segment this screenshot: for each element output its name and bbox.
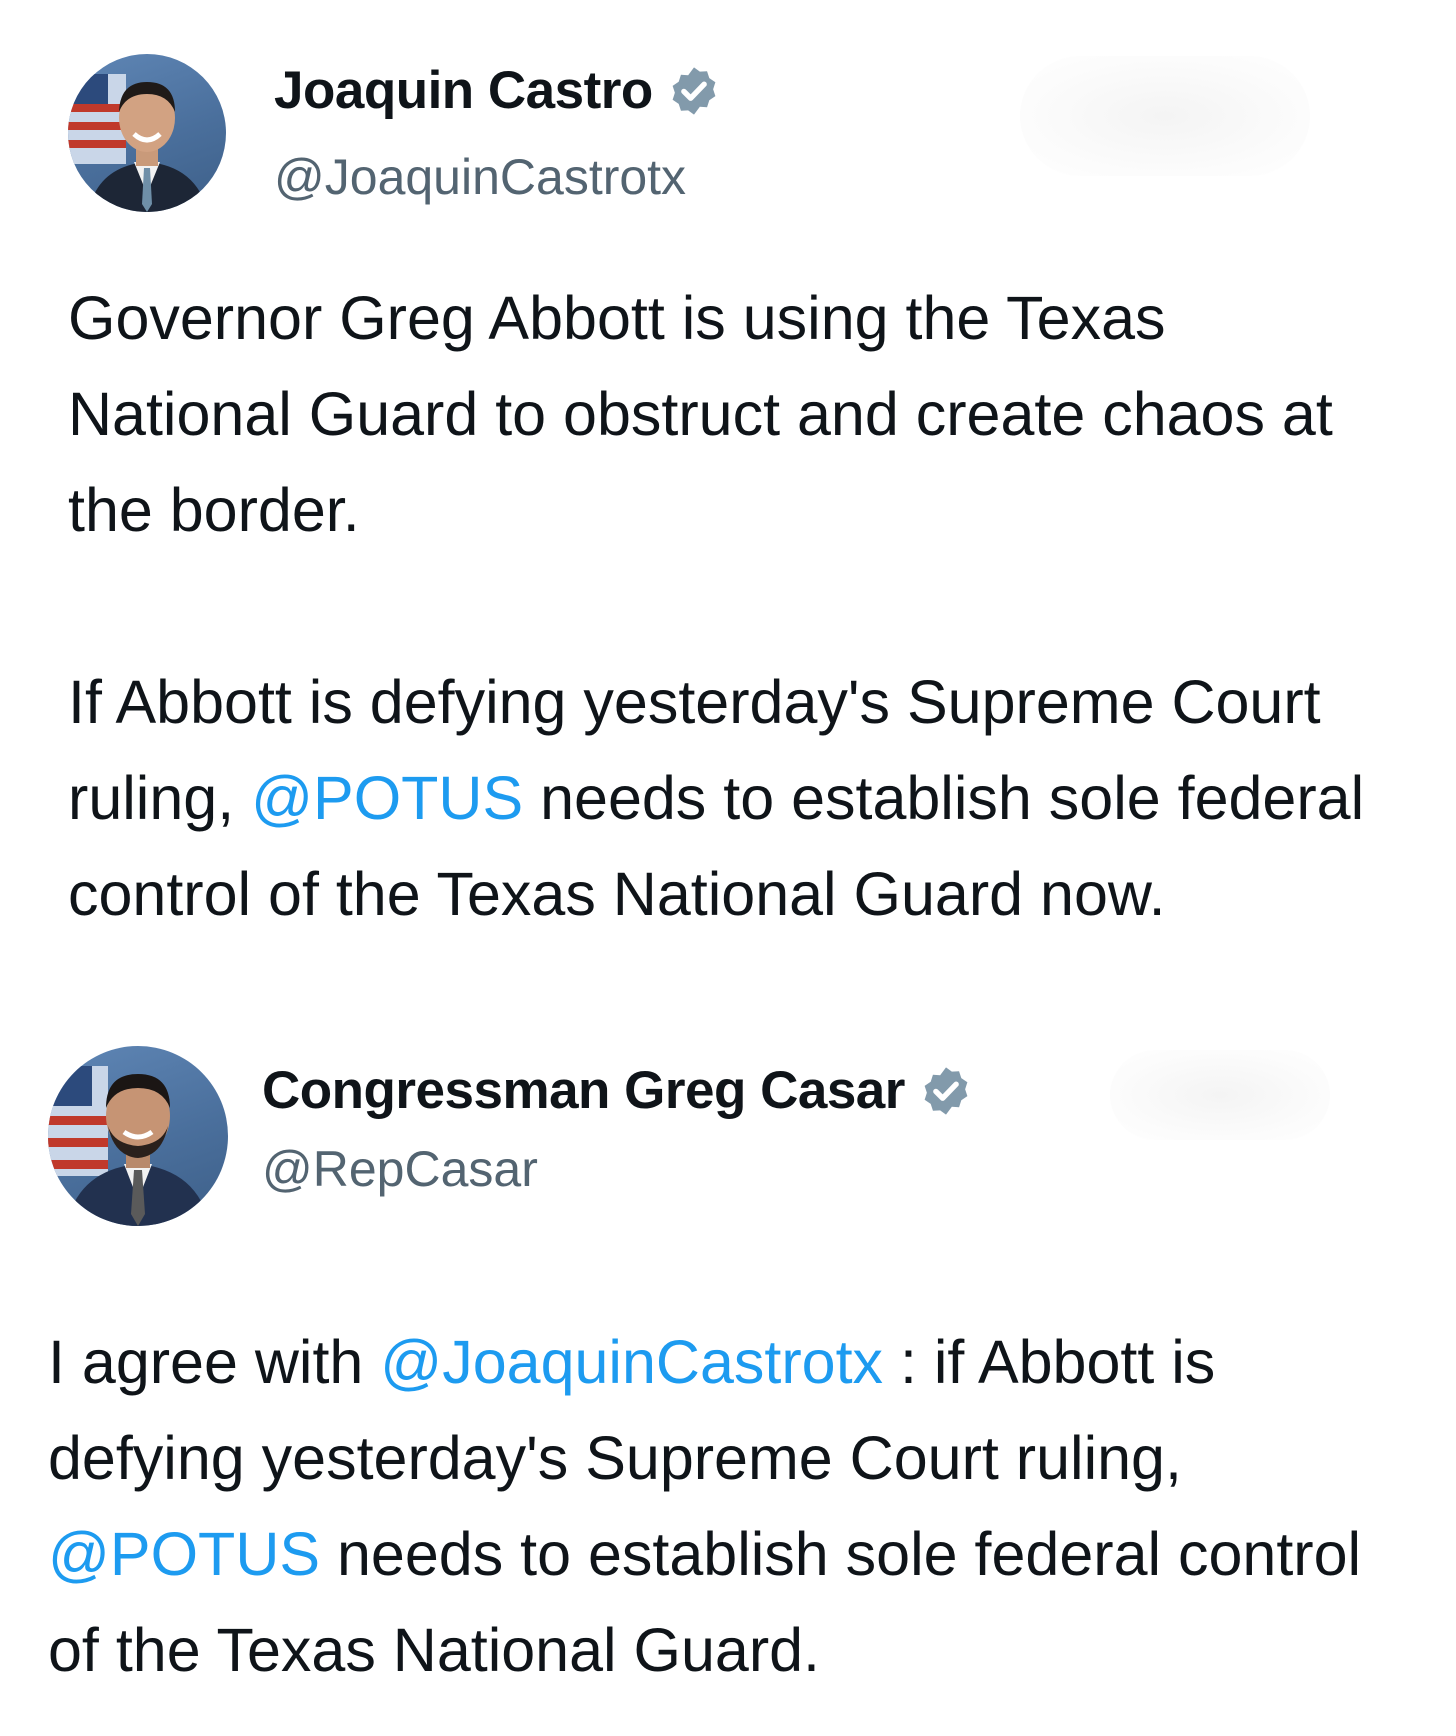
- tweet-body: I agree with @JoaquinCastrotx : if Abbot…: [48, 1314, 1428, 1698]
- tweet-paragraph: If Abbott is defying yesterday's Supreme…: [68, 654, 1398, 942]
- avatar-portrait-image: [48, 1066, 210, 1226]
- avatar-portrait-image: [68, 74, 208, 212]
- mention-link[interactable]: @POTUS: [48, 1520, 320, 1588]
- handle[interactable]: @JoaquinCastrotx: [274, 148, 686, 206]
- mention-link[interactable]: @JoaquinCastrotx: [380, 1328, 883, 1396]
- display-name[interactable]: Congressman Greg Casar: [262, 1060, 905, 1121]
- display-name[interactable]: Joaquin Castro: [274, 60, 653, 121]
- text-segment: I agree with: [48, 1328, 381, 1396]
- verified-badge-icon: [672, 66, 716, 115]
- avatar[interactable]: [48, 1046, 228, 1226]
- tweet-paragraph: I agree with @JoaquinCastrotx : if Abbot…: [48, 1314, 1428, 1698]
- avatar[interactable]: [68, 54, 226, 212]
- author-row: Joaquin Castro: [274, 60, 721, 121]
- tweet: Joaquin Castro @JoaquinCastrotx Governor…: [0, 0, 1456, 1040]
- tweet-body: Governor Greg Abbott is using the Texas …: [68, 270, 1398, 942]
- follow-button-blurred[interactable]: [1110, 1050, 1330, 1140]
- mention-link[interactable]: @POTUS: [251, 764, 523, 832]
- handle[interactable]: @RepCasar: [262, 1140, 538, 1198]
- author-row: Congressman Greg Casar: [262, 1060, 973, 1121]
- follow-button-blurred[interactable]: [1020, 56, 1310, 176]
- tweet-paragraph: Governor Greg Abbott is using the Texas …: [68, 284, 1333, 544]
- verified-badge-icon: [924, 1066, 968, 1115]
